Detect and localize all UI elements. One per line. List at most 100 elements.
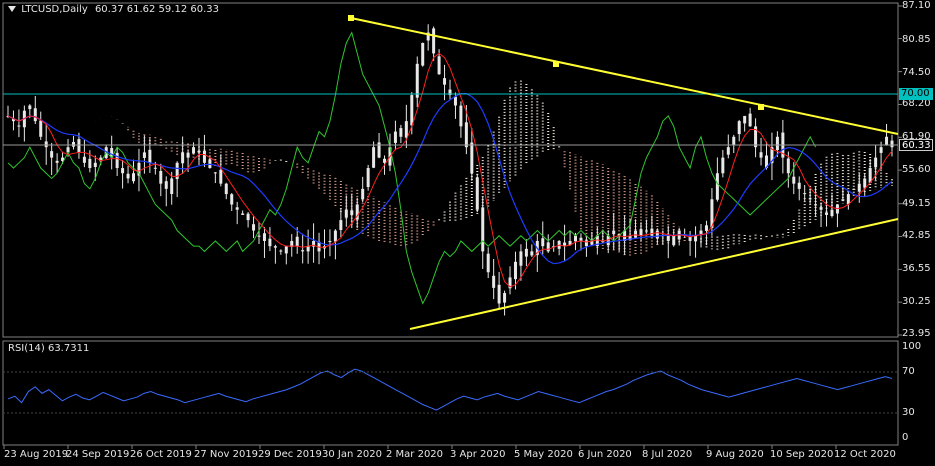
candle-body — [372, 147, 376, 168]
level-70-price-box[interactable]: 70.00 — [899, 88, 933, 100]
candle-body — [246, 213, 250, 221]
candle-body — [241, 213, 245, 215]
trendline-handle[interactable] — [553, 61, 559, 67]
candle-body — [432, 28, 436, 54]
candle-body — [524, 248, 528, 257]
candle-body — [737, 121, 741, 135]
rsi-tick: 0 — [902, 432, 909, 443]
candle-body — [115, 152, 119, 169]
candle-body — [688, 236, 692, 241]
candle-body — [503, 293, 507, 303]
candle-body — [846, 194, 850, 205]
time-tick: 27 Nov 2019 — [194, 449, 259, 460]
candle-body — [393, 131, 397, 143]
candle-body — [825, 212, 829, 215]
candle-body — [672, 235, 676, 246]
candle-body — [797, 182, 801, 189]
candle-body — [93, 162, 97, 167]
rsi-label: RSI(14) 63.7311 — [8, 343, 90, 354]
rsi-tick: 100 — [902, 341, 922, 352]
candle-body — [148, 149, 152, 163]
candle-body — [759, 152, 763, 158]
price-tick: 49.15 — [902, 198, 931, 209]
candle-body — [383, 158, 387, 163]
candle-body — [612, 230, 616, 234]
time-tick: 5 May 2020 — [514, 449, 573, 460]
candle-body — [519, 251, 523, 266]
candle-body — [650, 228, 654, 236]
upper-trendline[interactable] — [350, 17, 899, 135]
candle-body — [584, 240, 588, 247]
candle-body — [481, 207, 485, 252]
candle-body — [333, 230, 337, 242]
rsi-tick: 70 — [902, 366, 915, 377]
candle-body — [88, 158, 92, 169]
candle-body — [732, 136, 736, 145]
candle-body — [268, 238, 272, 247]
time-tick: 9 Aug 2020 — [706, 449, 764, 460]
time-tick: 29 Dec 2019 — [258, 449, 322, 460]
chart-direction-icon — [8, 6, 16, 12]
candle-body — [33, 108, 37, 122]
candle-body — [71, 141, 75, 147]
candle-body — [186, 152, 190, 158]
candle-body — [819, 207, 823, 210]
time-tick: 26 Oct 2019 — [130, 449, 192, 460]
candle-body — [497, 284, 501, 304]
candle-body — [399, 128, 403, 137]
candle-body — [814, 204, 818, 206]
candle-body — [181, 152, 185, 164]
candle-body — [202, 150, 206, 163]
rsi-pane-frame — [2, 340, 899, 446]
candle-body — [213, 172, 217, 174]
candle-body — [546, 242, 550, 252]
candle-body — [699, 230, 703, 234]
current-price-box: 60.33 — [899, 139, 933, 151]
candle-body — [437, 56, 441, 75]
candle-body — [159, 170, 163, 184]
time-tick: 6 Jun 2020 — [578, 449, 632, 460]
candle-body — [841, 199, 845, 201]
candle-body — [879, 147, 883, 153]
candle-body — [192, 147, 196, 154]
candle-body — [197, 150, 201, 153]
candle-body — [153, 167, 157, 169]
candle-body — [28, 105, 32, 110]
candle-body — [44, 141, 48, 148]
candle-body — [775, 136, 779, 151]
time-tick: 2 Mar 2020 — [386, 449, 444, 460]
time-tick: 3 Apr 2020 — [450, 449, 506, 460]
candle-body — [39, 120, 43, 137]
trendline-handle[interactable] — [758, 104, 764, 110]
candle-body — [863, 178, 867, 188]
candle-body — [77, 139, 81, 153]
time-tick: 23 Aug 2019 — [4, 449, 69, 460]
candle-body — [344, 209, 348, 218]
price-tick: 36.55 — [902, 263, 931, 274]
candle-body — [328, 240, 332, 242]
candle-body — [279, 250, 283, 252]
candle-body — [224, 183, 228, 195]
candle-body — [743, 115, 747, 124]
candle-body — [295, 236, 299, 247]
candle-body — [803, 193, 807, 195]
candle-body — [164, 181, 168, 189]
ohlc-values: 60.37 61.62 59.12 60.33 — [94, 4, 219, 15]
trendline-handle[interactable] — [348, 15, 354, 21]
price-tick: 87.10 — [902, 0, 931, 11]
price-tick: 80.85 — [902, 34, 931, 45]
candle-body — [121, 168, 125, 174]
candle-body — [208, 159, 212, 169]
price-chart[interactable] — [0, 0, 935, 466]
candle-body — [786, 158, 790, 174]
rsi-line — [7, 368, 893, 411]
candle-body — [492, 275, 496, 288]
candle-body — [704, 225, 708, 231]
candle-body — [715, 173, 719, 200]
candle-body — [459, 105, 463, 127]
price-tick: 74.50 — [902, 67, 931, 78]
candle-body — [273, 246, 277, 248]
candle-body — [808, 198, 812, 200]
time-tick: 8 Jul 2020 — [642, 449, 693, 460]
candle-body — [470, 142, 474, 174]
